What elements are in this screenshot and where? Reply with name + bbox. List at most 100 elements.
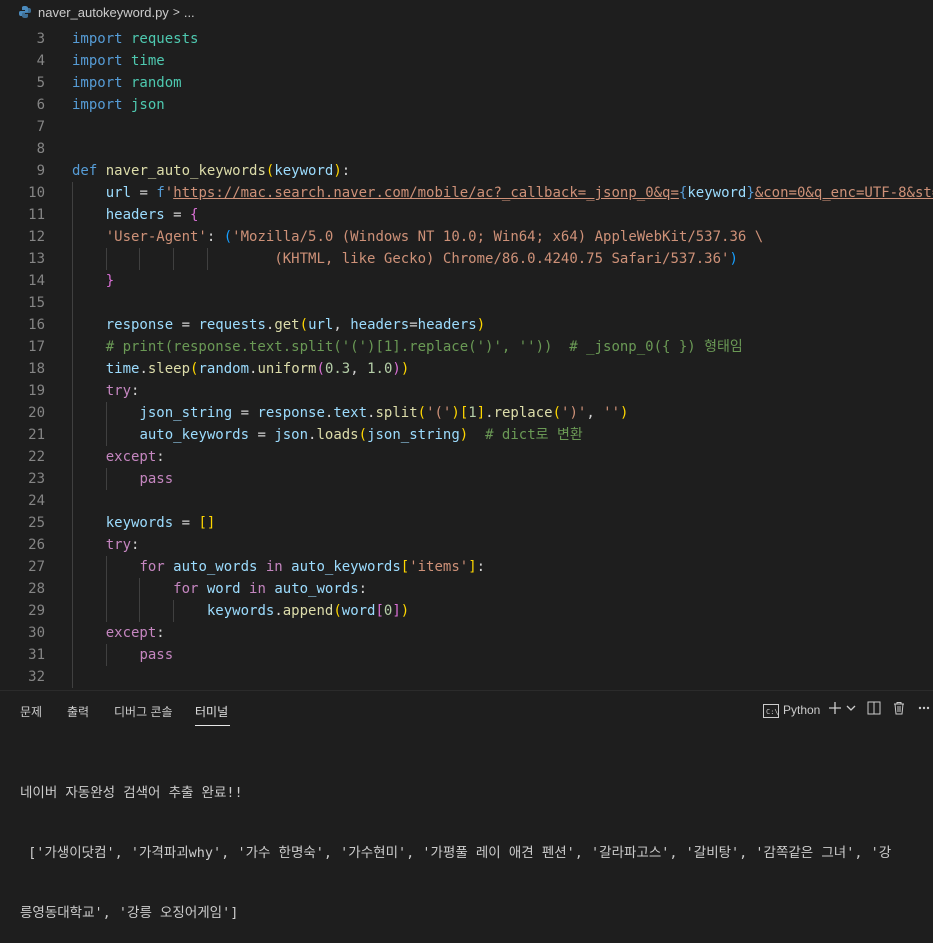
line-number: 23 [28,471,45,487]
line-number: 7 [36,119,45,135]
plus-icon[interactable] [828,701,842,715]
code-line: 29 keywords.append(word[0]) [0,600,933,622]
code-text: import random [72,75,182,91]
terminal-line: ['가생이닷컴', '가격파괴why', '가수 한명숙', '가수현미', '… [20,845,892,861]
line-number: 31 [28,647,45,663]
code-line: 15 [0,292,933,314]
breadcrumb-file[interactable]: naver_autokeyword.py [38,5,169,20]
line-number: 13 [28,251,45,267]
line-number: 10 [28,185,45,201]
terminal-name[interactable]: Python [783,703,820,717]
line-number: 14 [28,273,45,289]
indent-guide [72,204,73,226]
indent-guide [206,248,208,270]
indent-guide [72,358,73,380]
code-line: 16 response = requests.get(url, headers=h… [0,314,933,336]
line-number: 17 [28,339,45,355]
line-number: 12 [28,229,45,245]
python-file-icon [19,6,31,18]
line-number: 6 [36,97,45,113]
line-number: 28 [28,581,45,597]
indent-guide [139,578,141,600]
code-line: 22 except: [0,446,933,468]
tab-problems[interactable]: 문제 [20,703,42,720]
indent-guide [72,424,73,446]
code-text: keywords = [] [105,515,216,531]
code-text: headers = { [105,207,199,223]
line-number: 20 [28,405,45,421]
breadcrumb-more[interactable]: ... [184,5,195,20]
terminal-icon: C:\ [763,704,779,718]
code-line: 6 import json [0,94,933,116]
code-line: 30 except: [0,622,933,644]
code-line: 4 import time [0,50,933,72]
terminal-line: 릉영동대학교', '강릉 오징어게임'] [20,905,239,921]
panel-tabs: 문제 출력 디버그 콘솔 터미널 C:\ Python [0,691,933,731]
code-line: 20 json_string = response.text.split('(')… [0,402,933,424]
indent-guide [105,248,107,270]
indent-guide [72,556,73,578]
line-number: 30 [28,625,45,641]
indent-guide [72,336,73,358]
indent-guide [173,600,175,622]
terminal-output[interactable]: 네이버 자동완성 검색어 추출 완료!! ['가생이닷컴', '가격파괴why'… [20,743,891,943]
indent-guide [72,490,73,512]
indent-guide [173,248,175,270]
line-number: 29 [28,603,45,619]
line-number: 25 [28,515,45,531]
tab-debug-console[interactable]: 디버그 콘솔 [114,703,173,720]
line-number: 15 [28,295,45,311]
line-number: 18 [28,361,45,377]
line-number: 32 [28,669,45,685]
code-text: def naver_auto_keywords(keyword): [72,163,351,179]
line-number: 8 [36,141,45,157]
line-number: 3 [36,31,45,47]
code-line: 17 # print(response.text.split('(')[1].re… [0,336,933,358]
code-text: try: [105,383,140,399]
line-number: 26 [28,537,45,553]
code-line: 10 url = f'https://mac.search.naver.com/m… [0,182,933,204]
line-number: 16 [28,317,45,333]
indent-guide [72,270,73,292]
indent-guide [72,248,73,270]
code-line: 18 time.sleep(random.uniform(0.3, 1.0)) [0,358,933,380]
code-line: 31 pass [0,644,933,666]
code-text: keywords.append(word[0]) [206,603,410,619]
code-text: 'User-Agent': ('Mozilla/5.0 (Windows NT … [105,229,764,245]
code-text: pass [139,471,174,487]
code-line: 32 [0,666,933,688]
more-icon[interactable] [917,701,931,715]
line-number: 5 [36,75,45,91]
code-line: 8 [0,138,933,160]
indent-guide [72,292,73,314]
code-text: for word in auto_words: [173,581,368,597]
indent-guide [72,314,73,336]
code-line: 14} [0,270,933,292]
split-terminal-icon[interactable] [867,701,881,715]
code-text: except: [105,625,165,641]
code-line: 24 [0,490,933,512]
tab-terminal[interactable]: 터미널 [195,703,228,720]
code-text: import json [72,97,165,113]
line-number: 22 [28,449,45,465]
code-editor[interactable]: 3 import requests 4 import time 5 import rand… [0,28,933,690]
code-line: 3 import requests [0,28,933,50]
svg-text:C:\: C:\ [766,708,779,716]
indent-guide [105,468,107,490]
indent-guide [72,380,73,402]
line-number: 27 [28,559,45,575]
trash-icon[interactable] [892,701,906,715]
chevron-down-icon[interactable] [846,701,856,715]
indent-guide [105,644,107,666]
code-line: 25 keywords = [] [0,512,933,534]
code-line: 26 try: [0,534,933,556]
code-line: 23 pass [0,468,933,490]
chevron-right-icon: > [172,5,180,19]
indent-guide [72,446,73,468]
tab-output[interactable]: 출력 [67,703,89,720]
indent-guide [105,402,107,424]
code-text: url = f'https://mac.search.naver.com/mob… [105,185,933,201]
breadcrumb: naver_autokeyword.py > ... [0,0,933,24]
indent-guide [72,622,73,644]
indent-guide [139,600,141,622]
